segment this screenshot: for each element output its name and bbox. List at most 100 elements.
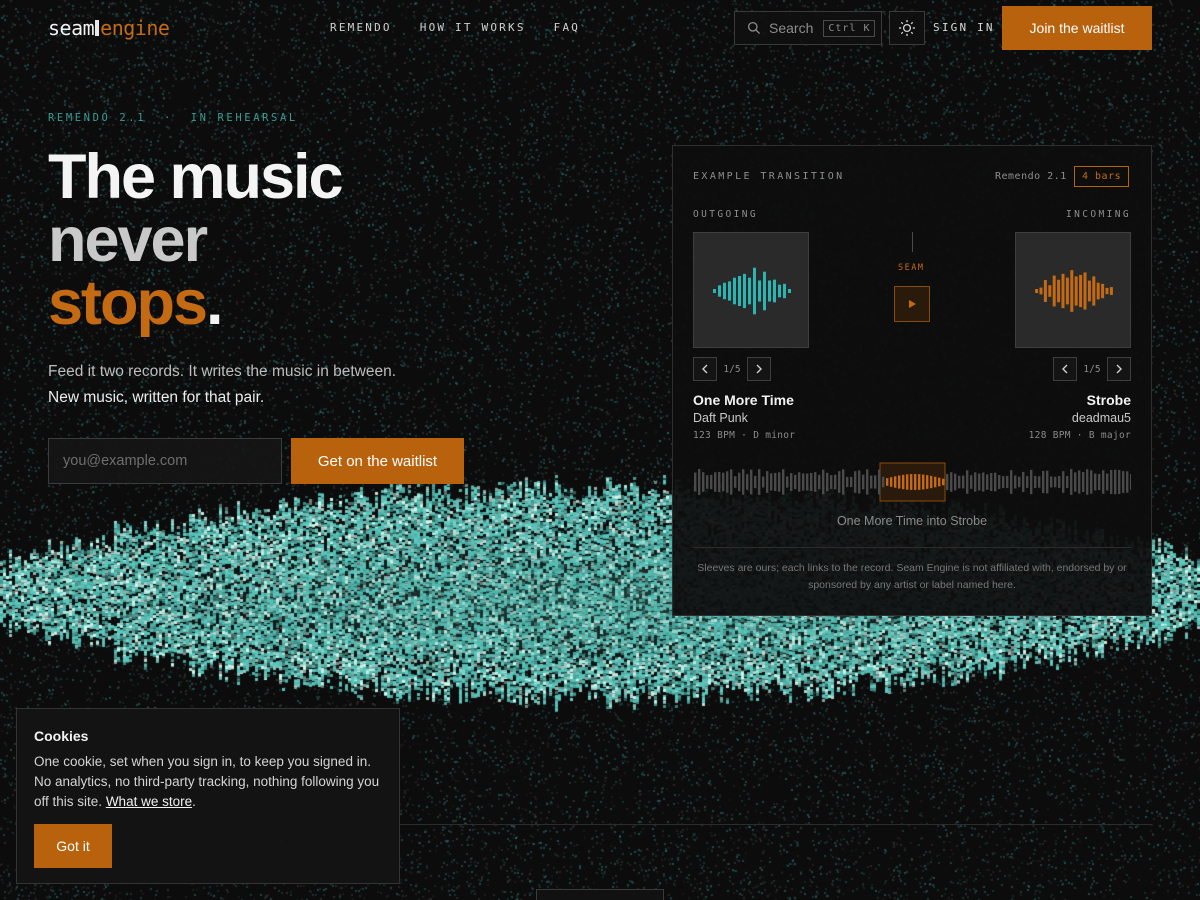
strip-bar bbox=[1070, 469, 1073, 495]
main-nav: REMENDO HOW IT WORKS FAQ bbox=[330, 21, 580, 34]
incoming-track: Strobe deadmau5 128 BPM · B major bbox=[1029, 392, 1131, 441]
hero-sub-line2: New music, written for that pair. bbox=[48, 389, 265, 406]
strip-bar bbox=[754, 475, 757, 489]
strip-bar bbox=[694, 472, 697, 492]
search-button[interactable]: Search Ctrl K bbox=[734, 11, 882, 45]
waveform-bar bbox=[1039, 287, 1043, 295]
strip-bar bbox=[958, 475, 961, 489]
hero-subtitle: Feed it two records. It writes the music… bbox=[48, 359, 608, 411]
what-we-store-link[interactable]: What we store bbox=[106, 794, 192, 809]
waveform-bar bbox=[743, 273, 746, 309]
strip-bar bbox=[1098, 473, 1101, 491]
strip-bar bbox=[1102, 470, 1105, 494]
join-waitlist-button[interactable]: Join the waitlist bbox=[1002, 6, 1152, 50]
outgoing-next-button[interactable] bbox=[747, 357, 771, 381]
strip-bar bbox=[1058, 475, 1061, 489]
waveform-bar bbox=[1109, 287, 1113, 295]
strip-bar bbox=[1078, 470, 1081, 494]
outgoing-prev-button[interactable] bbox=[693, 357, 717, 381]
strip-bar bbox=[1066, 475, 1069, 489]
play-button[interactable] bbox=[894, 286, 930, 322]
outgoing-track-title: One More Time bbox=[693, 392, 794, 408]
strip-bar bbox=[842, 469, 845, 495]
transition-waveform[interactable] bbox=[693, 462, 1131, 502]
strip-bar bbox=[962, 475, 965, 489]
nav-item-faq[interactable]: FAQ bbox=[554, 21, 580, 34]
strip-bar bbox=[762, 476, 765, 488]
waveform-bar bbox=[763, 271, 766, 311]
headline-line2: never bbox=[48, 205, 208, 275]
cookie-body: One cookie, set when you sign in, to kee… bbox=[34, 752, 384, 812]
strip-bar bbox=[826, 472, 829, 492]
waveform-bar bbox=[783, 283, 786, 299]
strip-bar bbox=[702, 472, 705, 492]
strip-bar bbox=[1114, 469, 1117, 495]
panel-title: EXAMPLE TRANSITION bbox=[693, 171, 845, 182]
strip-bar bbox=[966, 470, 969, 494]
nav-item-how-it-works[interactable]: HOW IT WORKS bbox=[420, 21, 526, 34]
strip-bar bbox=[834, 474, 837, 490]
strip-bar bbox=[1050, 476, 1053, 488]
waveform-bar bbox=[1096, 282, 1100, 300]
logo[interactable]: seam engine bbox=[48, 14, 170, 41]
sign-in-link[interactable]: SIGN IN bbox=[933, 21, 995, 34]
outgoing-sleeve[interactable] bbox=[693, 232, 809, 348]
strip-bar bbox=[810, 472, 813, 492]
outgoing-track-artist: Daft Punk bbox=[693, 411, 748, 425]
strip-bar bbox=[894, 476, 897, 488]
waveform-bar bbox=[1074, 276, 1078, 306]
waveform-bar bbox=[1101, 283, 1105, 299]
strip-bar bbox=[1118, 469, 1121, 495]
waveform-bar bbox=[728, 281, 731, 301]
strip-bar bbox=[710, 474, 713, 490]
outgoing-track-meta: 123 BPM · D minor bbox=[693, 430, 796, 441]
seam-label: SEAM bbox=[898, 263, 925, 273]
hero: REMENDO 2.1 · IN REHEARSAL The music nev… bbox=[48, 112, 608, 484]
chevron-right-icon bbox=[756, 364, 762, 374]
nav-item-remendo[interactable]: REMENDO bbox=[330, 21, 392, 34]
outgoing-track: One More Time Daft Punk 123 BPM · D mino… bbox=[693, 392, 795, 441]
strip-bar bbox=[862, 474, 865, 490]
strip-bar bbox=[818, 474, 821, 490]
disclaimer: Sleeves are ours; each links to the reco… bbox=[697, 562, 1127, 591]
email-field[interactable] bbox=[48, 438, 282, 484]
waveform-bar bbox=[1083, 272, 1087, 310]
got-it-button[interactable]: Got it bbox=[34, 824, 112, 868]
get-on-waitlist-button[interactable]: Get on the waitlist bbox=[291, 438, 464, 484]
cookie-text: One cookie, set when you sign in, to kee… bbox=[34, 754, 380, 809]
incoming-next-button[interactable] bbox=[1107, 357, 1131, 381]
seam-connector bbox=[912, 232, 913, 252]
theme-toggle-button[interactable] bbox=[889, 11, 925, 45]
strip-bar bbox=[742, 469, 745, 495]
strip-bar bbox=[1018, 476, 1021, 488]
incoming-sleeve[interactable] bbox=[1015, 232, 1131, 348]
waveform-bar bbox=[758, 280, 761, 302]
strip-bar bbox=[1094, 473, 1097, 491]
incoming-track-title: Strobe bbox=[1086, 392, 1131, 408]
site-header: seam engine REMENDO HOW IT WORKS FAQ Sear… bbox=[0, 0, 1200, 56]
cookie-link-suffix: . bbox=[192, 794, 196, 809]
strip-bar bbox=[714, 472, 717, 492]
incoming-prev-button[interactable] bbox=[1053, 357, 1077, 381]
strip-bar bbox=[778, 472, 781, 492]
strip-bar bbox=[726, 471, 729, 493]
incoming-pager: 1/5 bbox=[1053, 357, 1131, 381]
strip-bar bbox=[986, 474, 989, 490]
hero-headline: The music never stops. bbox=[48, 146, 608, 335]
strip-bar bbox=[1074, 472, 1077, 492]
strip-bar bbox=[1022, 471, 1025, 493]
waveform-bar bbox=[1092, 276, 1096, 306]
strip-bar bbox=[874, 475, 877, 489]
strip-bar bbox=[982, 472, 985, 492]
waveform-bar bbox=[1057, 279, 1061, 303]
incoming-track-meta: 128 BPM · B major bbox=[1028, 430, 1131, 441]
strip-bar bbox=[1054, 476, 1057, 488]
strip-bar bbox=[1038, 476, 1041, 488]
strip-bar bbox=[790, 473, 793, 491]
outgoing-page: 1/5 bbox=[723, 363, 741, 375]
strip-bar bbox=[914, 474, 917, 490]
chevron-right-icon bbox=[1116, 364, 1122, 374]
waveform-bar bbox=[738, 275, 741, 307]
waveform-bar bbox=[768, 280, 771, 302]
chevron-left-icon bbox=[1062, 364, 1068, 374]
